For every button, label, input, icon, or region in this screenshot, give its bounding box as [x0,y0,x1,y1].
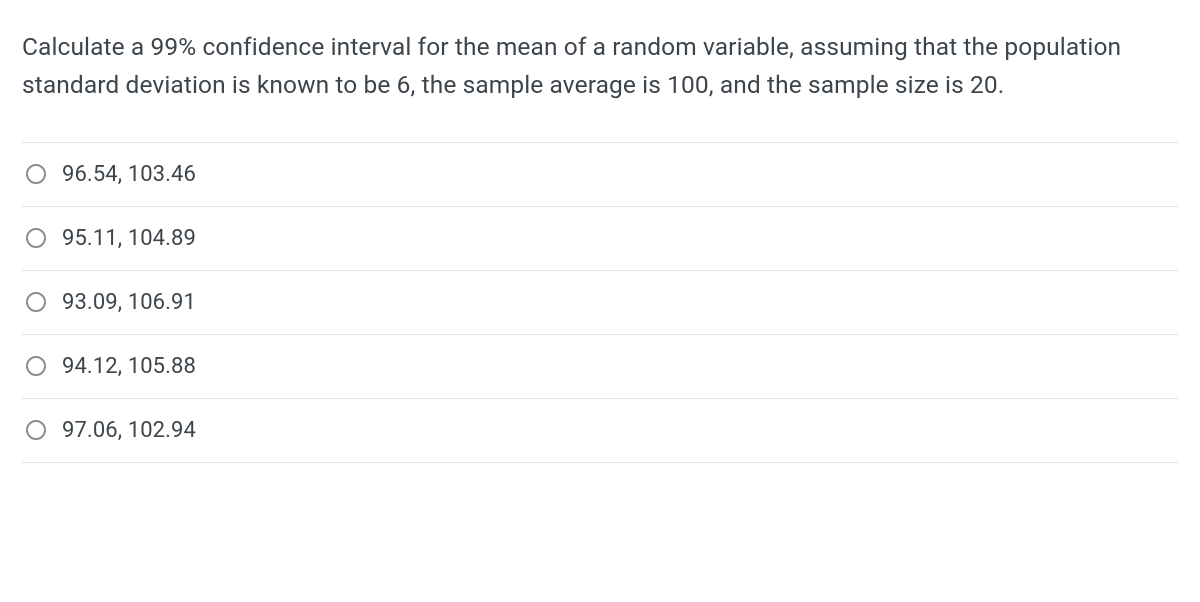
option-item[interactable]: 93.09, 106.91 [22,270,1178,334]
question-text: Calculate a 99% confidence interval for … [22,28,1178,104]
option-label: 95.11, 104.89 [62,226,196,251]
option-label: 93.09, 106.91 [62,290,196,315]
radio-icon[interactable] [26,356,46,376]
options-list: 96.54, 103.46 95.11, 104.89 93.09, 106.9… [22,142,1178,463]
option-item[interactable]: 95.11, 104.89 [22,206,1178,270]
option-label: 94.12, 105.88 [62,354,196,379]
radio-icon[interactable] [26,420,46,440]
option-label: 96.54, 103.46 [62,162,196,187]
option-label: 97.06, 102.94 [62,418,196,443]
radio-icon[interactable] [26,228,46,248]
radio-icon[interactable] [26,164,46,184]
option-item[interactable]: 97.06, 102.94 [22,398,1178,463]
option-item[interactable]: 94.12, 105.88 [22,334,1178,398]
radio-icon[interactable] [26,292,46,312]
option-item[interactable]: 96.54, 103.46 [22,142,1178,206]
